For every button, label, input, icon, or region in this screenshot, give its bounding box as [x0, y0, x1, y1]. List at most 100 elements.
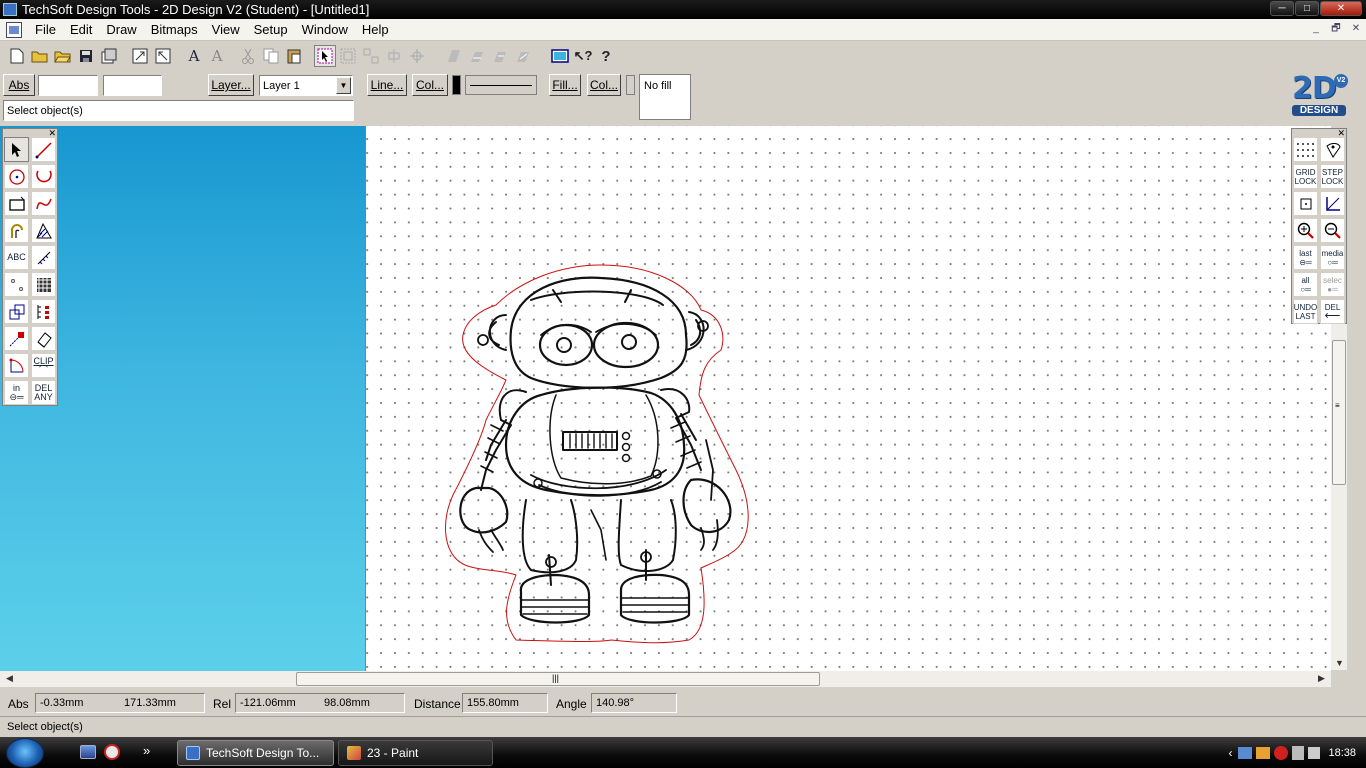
tray-expand-icon[interactable]: ‹: [1228, 746, 1232, 760]
line-tool-icon[interactable]: [31, 137, 56, 162]
forward-one-icon[interactable]: [489, 45, 511, 67]
chevron-down-icon[interactable]: ▼: [336, 77, 351, 94]
line-color-button[interactable]: Col...: [412, 74, 448, 96]
start-button[interactable]: [6, 738, 44, 768]
zoom-last-button[interactable]: last ⊖═: [1293, 245, 1318, 270]
network-icon[interactable]: [1238, 746, 1253, 759]
cut-icon[interactable]: [237, 45, 259, 67]
new-file-button[interactable]: [6, 45, 28, 67]
abs-x-field[interactable]: [38, 75, 98, 96]
select-mode-icon[interactable]: [314, 45, 336, 67]
save-button[interactable]: [75, 45, 97, 67]
taskbar-item-techsoft[interactable]: TechSoft Design To...: [177, 740, 334, 766]
circle-tool-icon[interactable]: [4, 164, 29, 189]
fill-color-button[interactable]: Col...: [587, 74, 621, 96]
layer-button[interactable]: Layer...: [208, 74, 254, 96]
menu-help[interactable]: Help: [355, 22, 396, 37]
paste-icon[interactable]: [283, 45, 305, 67]
delete-any-tool-icon[interactable]: DEL ANY: [31, 380, 56, 405]
ungroup-icon[interactable]: [360, 45, 382, 67]
zoom-in-icon[interactable]: [1293, 218, 1318, 243]
zoom-all-button[interactable]: all ○═: [1293, 272, 1318, 297]
screen-icon[interactable]: [549, 45, 571, 67]
origin-icon[interactable]: [1293, 191, 1318, 216]
dimension-tool-icon[interactable]: [31, 245, 56, 270]
trim-tool-icon[interactable]: [4, 353, 29, 378]
taskbar-item-paint[interactable]: 23 - Paint: [338, 740, 493, 766]
scroll-right-icon[interactable]: ▶: [1318, 673, 1325, 684]
battery-icon[interactable]: [1292, 745, 1305, 760]
menu-setup[interactable]: Setup: [247, 22, 295, 37]
app-icon[interactable]: [3, 3, 17, 16]
help-icon[interactable]: ?: [595, 45, 617, 67]
fill-button[interactable]: Fill...: [549, 74, 581, 96]
select-tool-icon[interactable]: [4, 137, 29, 162]
zoom-media-button[interactable]: media ○═: [1320, 245, 1345, 270]
grid-toggle-icon[interactable]: [1293, 137, 1318, 162]
curve-tool-icon[interactable]: [31, 191, 56, 216]
robot-drawing[interactable]: [366, 126, 1332, 671]
fillet-tool-icon[interactable]: [4, 218, 29, 243]
vertical-scrollbar[interactable]: ≡ ▼: [1331, 324, 1347, 670]
aim-icon[interactable]: [104, 744, 120, 760]
distribute-icon[interactable]: [406, 45, 428, 67]
security-icon[interactable]: [1274, 745, 1289, 760]
tray-app-icon[interactable]: [1256, 746, 1271, 759]
point-tool-icon[interactable]: [4, 272, 29, 297]
delete-last-button[interactable]: DEL ⟵: [1320, 299, 1345, 324]
transform-tool-icon[interactable]: [4, 299, 29, 324]
menu-file[interactable]: File: [28, 22, 63, 37]
abs-y-field[interactable]: [103, 75, 162, 96]
minimize-button[interactable]: ─: [1270, 1, 1294, 16]
scroll-left-icon[interactable]: ◀: [6, 673, 13, 684]
line-color-swatch[interactable]: [452, 75, 461, 95]
back-one-icon[interactable]: [512, 45, 534, 67]
layer-select[interactable]: Layer 1 ▼: [259, 75, 353, 96]
clock[interactable]: 18:38: [1328, 747, 1356, 759]
align-icon[interactable]: [383, 45, 405, 67]
fill-color-swatch[interactable]: [626, 75, 635, 95]
mdi-minimize-button[interactable]: _: [1308, 22, 1324, 36]
document-icon[interactable]: [6, 21, 22, 38]
menu-edit[interactable]: Edit: [63, 22, 99, 37]
text-style-icon[interactable]: A: [183, 45, 205, 67]
zoom-out-icon[interactable]: [1320, 218, 1345, 243]
scroll-down-icon[interactable]: ▼: [1335, 658, 1344, 668]
clip-tool-icon[interactable]: CLIP ⌒: [31, 353, 56, 378]
horizontal-scrollbar[interactable]: ◀ ||| ▶: [0, 671, 1331, 687]
drawing-canvas[interactable]: [365, 126, 1331, 671]
save-as-button[interactable]: [98, 45, 120, 67]
bring-front-icon[interactable]: [443, 45, 465, 67]
quicklaunch-more-icon[interactable]: »: [143, 743, 150, 758]
eraser-tool-icon[interactable]: [31, 326, 56, 351]
volume-icon[interactable]: [1308, 746, 1321, 759]
node-edit-tool-icon[interactable]: [4, 326, 29, 351]
menu-bitmaps[interactable]: Bitmaps: [144, 22, 205, 37]
text-tool-icon[interactable]: ABC: [4, 245, 29, 270]
axes-icon[interactable]: [1320, 191, 1345, 216]
line-style-preview[interactable]: [465, 75, 537, 95]
horizontal-scroll-thumb[interactable]: |||: [296, 672, 820, 686]
open-file-button[interactable]: [29, 45, 51, 67]
array-tool-icon[interactable]: [31, 299, 56, 324]
hatch-tool-icon[interactable]: [31, 218, 56, 243]
show-desktop-icon[interactable]: [80, 745, 96, 759]
menu-window[interactable]: Window: [295, 22, 355, 37]
text-outline-icon[interactable]: A: [206, 45, 228, 67]
open-folder-button[interactable]: [52, 45, 74, 67]
rectangle-tool-icon[interactable]: [4, 191, 29, 216]
arc-tool-icon[interactable]: [31, 164, 56, 189]
line-button[interactable]: Line...: [367, 74, 407, 96]
mdi-restore-button[interactable]: 🗗: [1328, 22, 1344, 36]
export-button[interactable]: [152, 45, 174, 67]
snap-toggle-icon[interactable]: [1320, 137, 1345, 162]
fill-preview[interactable]: No fill: [639, 74, 691, 120]
vertical-scroll-thumb[interactable]: ≡: [1332, 340, 1346, 485]
group-icon[interactable]: [337, 45, 359, 67]
grid-lock-button[interactable]: GRID LOCK: [1293, 164, 1318, 189]
zoom-in-area-tool-icon[interactable]: in ⊖═: [4, 380, 29, 405]
send-back-icon[interactable]: [466, 45, 488, 67]
menu-draw[interactable]: Draw: [99, 22, 143, 37]
step-lock-button[interactable]: STEP LOCK: [1320, 164, 1345, 189]
pattern-fill-tool-icon[interactable]: [31, 272, 56, 297]
